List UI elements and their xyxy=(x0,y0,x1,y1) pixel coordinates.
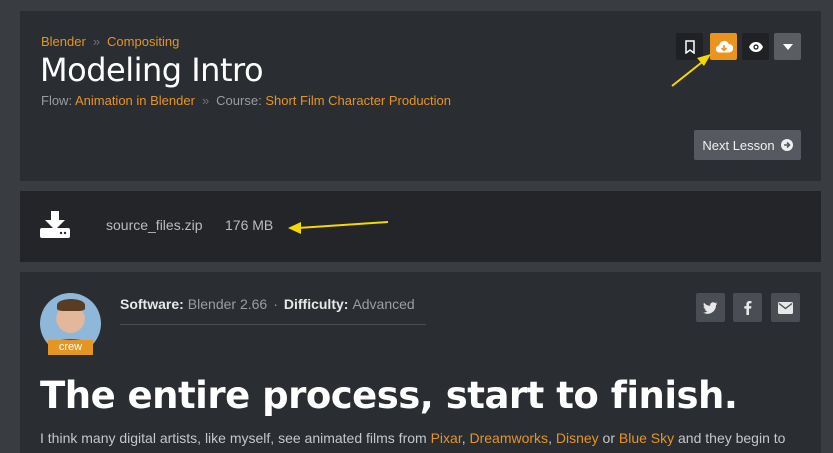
breadcrumb-compositing[interactable]: Compositing xyxy=(107,34,179,49)
share-facebook-button[interactable] xyxy=(733,293,762,322)
download-icon[interactable] xyxy=(40,211,70,243)
lesson-headline: The entire process, start to finish. xyxy=(40,374,738,417)
cloud-download-icon xyxy=(715,40,733,53)
crew-badge: crew xyxy=(48,340,93,355)
flow-course-line: Flow: Animation in Blender » Course: Short… xyxy=(41,93,451,108)
bookmark-button[interactable] xyxy=(676,33,703,60)
share-email-button[interactable] xyxy=(771,293,800,322)
lesson-meta: Software: Blender 2.66 · Difficulty: Advance… xyxy=(120,296,415,312)
caret-down-icon xyxy=(782,43,793,50)
watch-button[interactable] xyxy=(742,33,769,60)
link-disney[interactable]: Disney xyxy=(556,430,599,446)
link-pixar[interactable]: Pixar xyxy=(431,430,462,446)
link-blue-sky[interactable]: Blue Sky xyxy=(619,430,674,446)
file-name[interactable]: source_files.zip xyxy=(106,217,203,233)
page-title: Modeling Intro xyxy=(40,51,264,89)
course-link[interactable]: Short Film Character Production xyxy=(265,93,451,108)
download-button[interactable] xyxy=(710,33,737,60)
intro-text: and they begin to xyxy=(674,430,786,446)
file-size: 176 MB xyxy=(225,217,274,233)
lesson-header: Blender » Compositing Modeling Intro Flow:… xyxy=(20,11,821,181)
software-label: Software: xyxy=(120,296,184,312)
breadcrumb-blender[interactable]: Blender xyxy=(41,34,86,49)
course-label: Course: xyxy=(216,93,262,108)
bookmark-icon xyxy=(684,39,695,54)
flow-link[interactable]: Animation in Blender xyxy=(75,93,195,108)
flow-separator: » xyxy=(201,93,210,108)
meta-divider xyxy=(120,324,426,325)
breadcrumb: Blender » Compositing xyxy=(41,34,179,49)
share-twitter-button[interactable] xyxy=(696,293,725,322)
difficulty-label: Difficulty: xyxy=(283,296,349,312)
breadcrumb-separator: » xyxy=(92,34,101,49)
next-lesson-button[interactable]: Next Lesson xyxy=(694,130,801,160)
intro-paragraph: I think many digital artists, like mysel… xyxy=(40,428,820,448)
twitter-icon xyxy=(703,301,718,314)
intro-text: , xyxy=(548,430,556,446)
next-lesson-label: Next Lesson xyxy=(702,137,775,153)
intro-text: or xyxy=(598,430,619,446)
link-dreamworks[interactable]: Dreamworks xyxy=(469,430,548,446)
facebook-icon xyxy=(743,300,751,315)
more-options-button[interactable] xyxy=(774,33,801,60)
intro-text: I think many digital artists, like mysel… xyxy=(40,430,431,446)
email-icon xyxy=(778,301,793,314)
meta-separator: · xyxy=(273,296,278,312)
arrow-right-circle-icon xyxy=(780,139,793,151)
lesson-content: crew Software: Blender 2.66 · Difficulty: Ad… xyxy=(20,272,821,453)
flow-label: Flow: xyxy=(41,93,73,108)
software-value: Blender 2.66 xyxy=(187,296,268,312)
eye-icon xyxy=(748,41,763,52)
difficulty-value: Advanced xyxy=(352,296,415,312)
download-bar: source_files.zip 176 MB xyxy=(20,191,821,262)
